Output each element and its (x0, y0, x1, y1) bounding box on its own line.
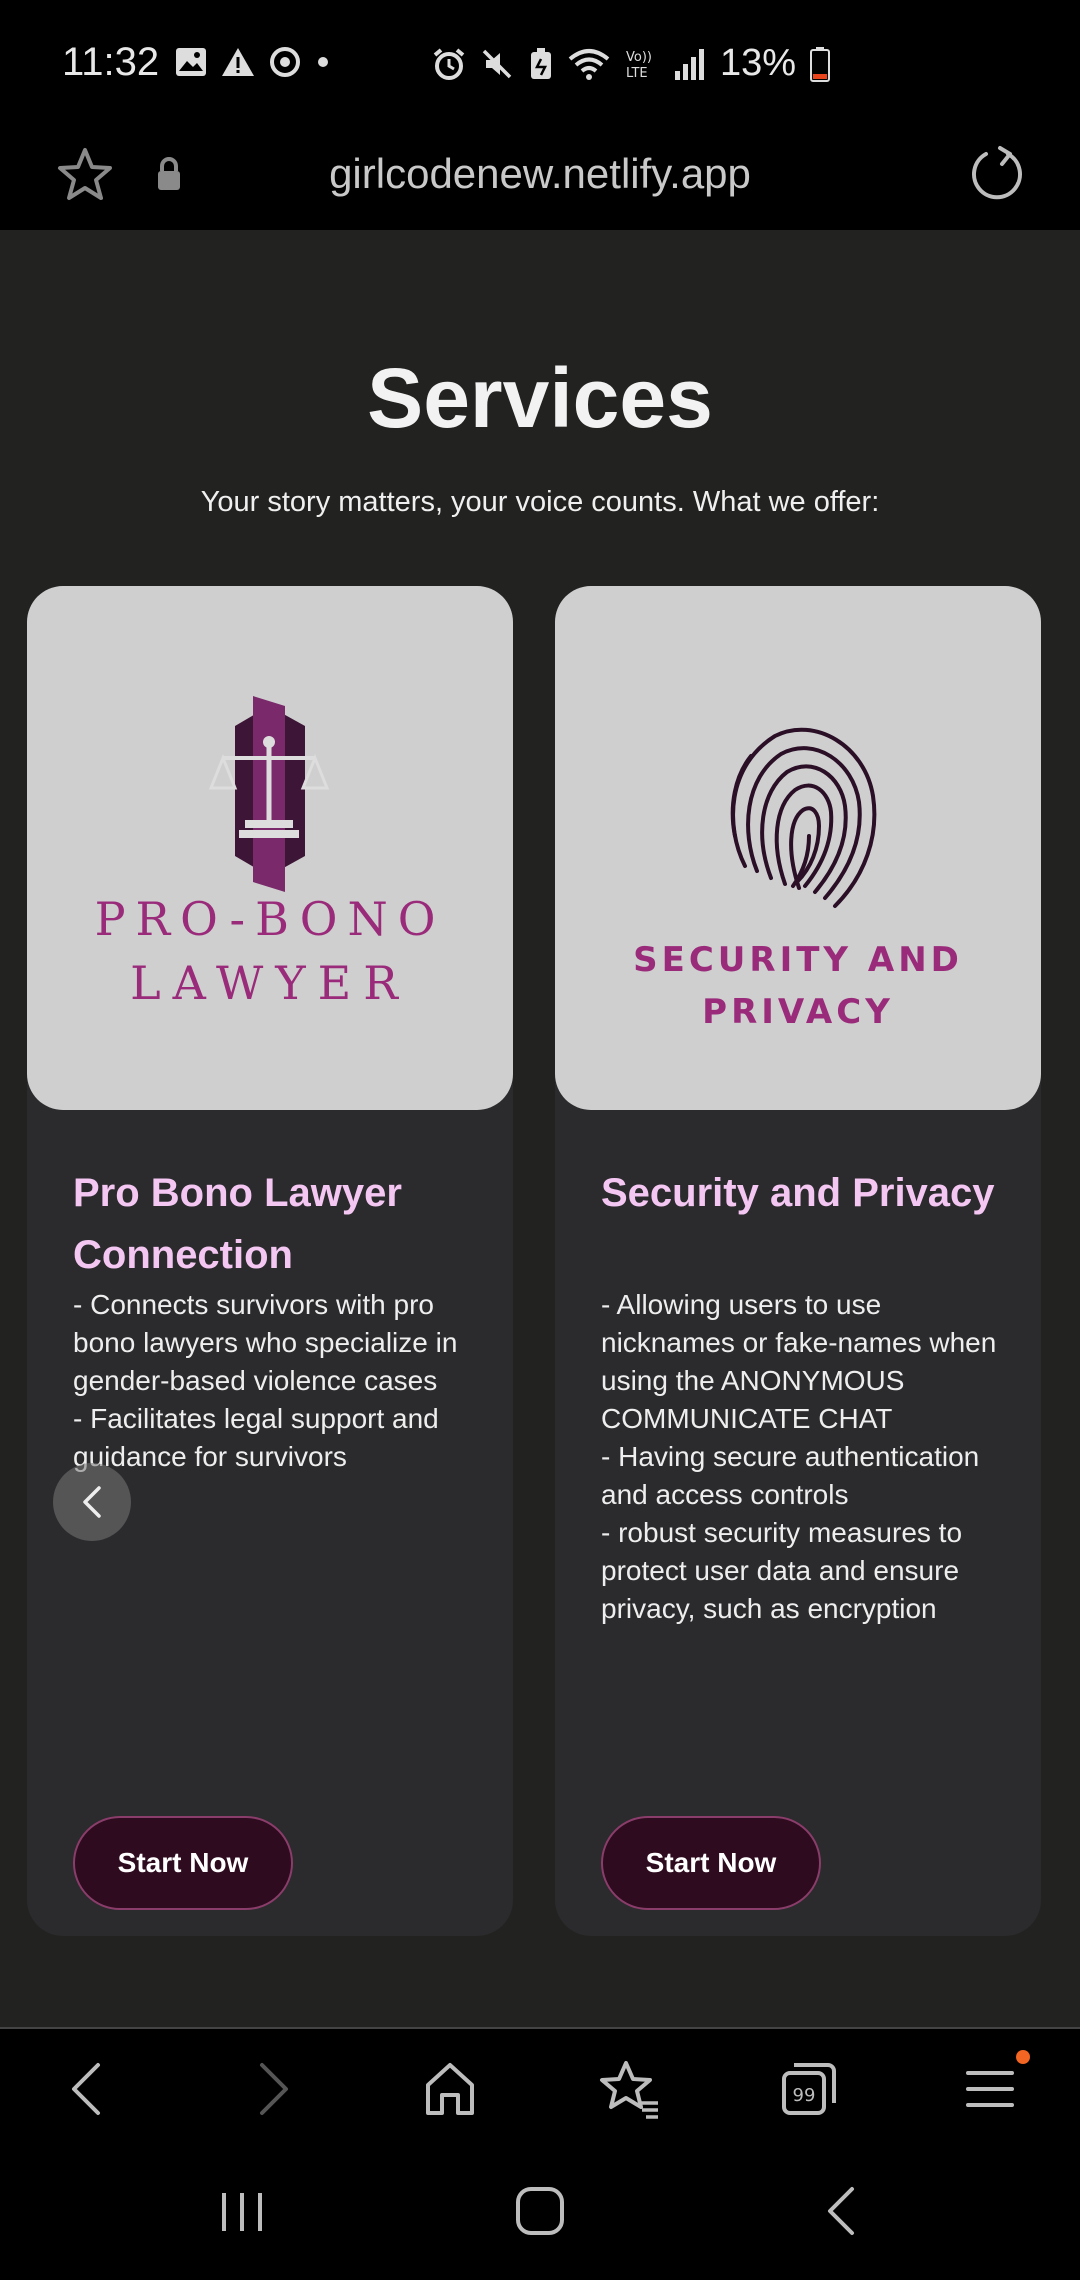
logo-text-line1: SECURITY AND (633, 940, 963, 980)
status-time: 11:32 (62, 40, 160, 84)
logo-text-line2: LAWYER (130, 956, 410, 1010)
battery-icon (810, 46, 831, 82)
alarm-icon (433, 47, 465, 80)
page-subtitle: Your story matters, your voice counts. W… (200, 486, 880, 518)
back-arrow-icon[interactable] (56, 2057, 120, 2121)
forward-arrow-icon[interactable] (240, 2057, 304, 2121)
browser-url-bar: girlcodenew.netlify.app (0, 130, 1080, 230)
url-text[interactable]: girlcodenew.netlify.app (0, 150, 1080, 198)
back-swipe-indicator[interactable] (53, 1463, 131, 1541)
home-nav-icon[interactable] (508, 2179, 572, 2243)
fingerprint-icon (730, 727, 877, 908)
android-nav-bar (0, 2153, 1080, 2280)
service-card-pro-bono: PRO-BONO LAWYER Pro Bono Lawyer Connecti… (27, 586, 513, 1936)
browser-toolbar: 99 (0, 2029, 1080, 2153)
justice-scales-icon (208, 696, 330, 892)
menu-icon[interactable] (958, 2057, 1022, 2121)
bookmarks-icon[interactable] (598, 2057, 662, 2121)
card-title: Pro Bono Lawyer Connection (73, 1171, 402, 1277)
tabs-icon[interactable]: 99 (778, 2057, 842, 2121)
mute-icon (482, 49, 512, 78)
notification-icons (175, 46, 331, 78)
battery-percentage: 13% (720, 42, 797, 84)
start-now-button[interactable]: Start Now (73, 1816, 293, 1910)
wifi-icon (568, 48, 610, 80)
sync-icon (270, 47, 300, 77)
web-page: Services Your story matters, your voice … (0, 230, 1080, 2028)
svg-text:Vo)): Vo)) (626, 50, 652, 65)
logo-text-line1: PRO-BONO (94, 892, 446, 946)
dot-icon (318, 57, 328, 67)
service-card-security: SECURITY AND PRIVACY Security and Privac… (555, 586, 1041, 1936)
system-icons: Vo)) LTE 13% (432, 42, 831, 85)
back-nav-icon[interactable] (810, 2179, 874, 2243)
chevron-left-icon (83, 1486, 101, 1518)
warning-icon (222, 48, 254, 76)
volte-icon: Vo))LTE (626, 50, 652, 81)
signal-icon (675, 48, 704, 80)
reload-icon[interactable] (966, 144, 1028, 206)
pro-bono-lawyer-logo: PRO-BONO LAWYER (27, 586, 513, 1110)
card-description: - Connects survivors with pro bono lawye… (73, 1289, 458, 1472)
security-privacy-logo: SECURITY AND PRIVACY (555, 586, 1041, 1110)
svg-text:99: 99 (793, 2085, 816, 2106)
battery-saver-icon (531, 47, 551, 79)
recent-apps-icon[interactable] (210, 2179, 274, 2243)
menu-notification-dot (1016, 2050, 1030, 2064)
gallery-icon (176, 48, 206, 76)
home-icon[interactable] (418, 2057, 482, 2121)
status-bar: 11:32 Vo)) LTE 13% (0, 0, 1080, 130)
card-description: - Allowing users to use nicknames or fak… (601, 1289, 997, 1624)
card-title: Security and Privacy (601, 1171, 995, 1215)
page-title: Services (367, 351, 713, 445)
logo-text-line2: PRIVACY (702, 992, 894, 1032)
start-now-button[interactable]: Start Now (601, 1816, 821, 1910)
svg-text:LTE: LTE (626, 66, 648, 81)
